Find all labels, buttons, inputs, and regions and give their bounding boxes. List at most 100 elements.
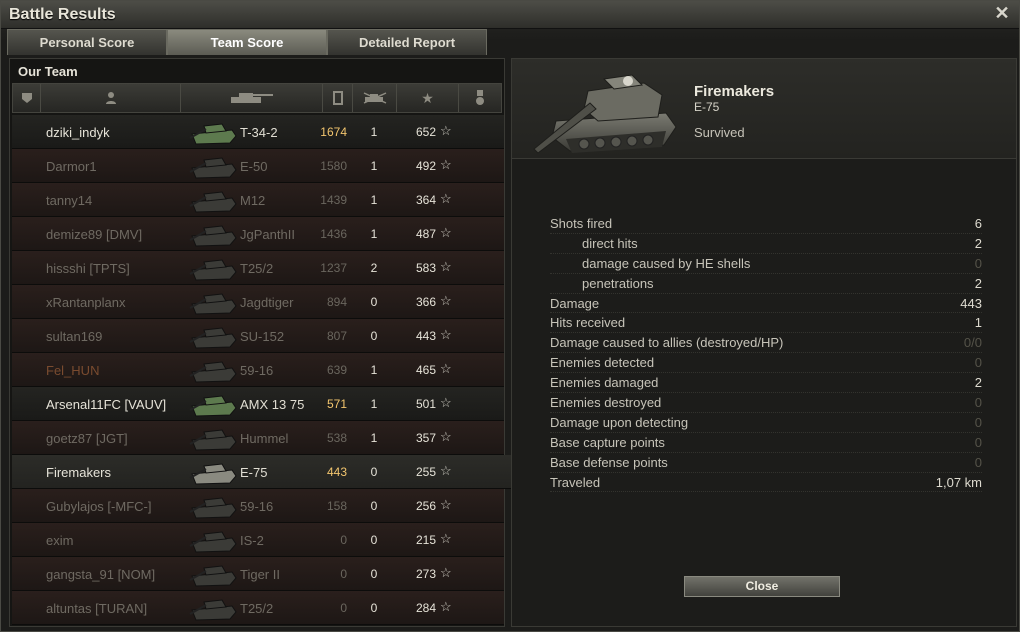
star-icon: ☆ [440, 191, 452, 206]
stat-value: 0 [974, 434, 982, 450]
team-row[interactable]: gangsta_91 [NOM] Tiger II 0 0 273 ☆ [12, 557, 504, 591]
vehicle-thumbnail [189, 531, 237, 553]
stat-value: 0 [974, 395, 982, 411]
star-icon: ☆ [440, 225, 452, 240]
star-icon: ☆ [440, 531, 452, 546]
damage-value: 0 [340, 601, 347, 615]
damage-value: 571 [326, 397, 347, 411]
player-name: Darmor1 [46, 159, 97, 174]
star-icon: ☆ [440, 599, 452, 614]
team-row[interactable]: Fel_HUN 59-16 639 1 465 ☆ [12, 353, 504, 387]
stat-row: damage caused by HE shells 0 [550, 254, 982, 274]
player-name: goetz87 [JGT] [46, 431, 128, 446]
vehicle-name: SU-152 [240, 329, 285, 344]
team-row[interactable]: demize89 [DMV] JgPanthII 1436 1 487 ☆ [12, 217, 504, 251]
xp-value: 583 [415, 261, 436, 275]
team-row[interactable]: sultan169 SU-152 807 0 443 ☆ [12, 319, 504, 353]
team-row[interactable]: Firemakers E-75 443 0 255 ☆ [12, 455, 512, 489]
team-row[interactable]: Gubylajos [-MFC-] 59-16 158 0 256 ☆ [12, 489, 504, 523]
stat-row: Enemies detected 0 [550, 353, 982, 374]
team-row[interactable]: exim IS-2 0 0 215 ☆ [12, 523, 504, 557]
vehicle-name: IS-2 [240, 533, 264, 548]
player-detail-panel: Firemakers E-75 Survived Shots fired 6 dir… [511, 58, 1017, 627]
tank-icon[interactable] [181, 84, 323, 112]
damage-value: 0 [340, 533, 347, 547]
vehicle-name: M12 [240, 193, 266, 208]
team-row[interactable]: altuntas [TURAN] T25/2 0 0 284 ☆ [12, 591, 504, 625]
stat-label: Shots fired [550, 216, 613, 231]
vehicle-thumbnail [189, 429, 237, 451]
xp-star-icon[interactable]: ★ [397, 84, 459, 112]
vehicle-thumbnail [189, 395, 237, 417]
damage-value: 1674 [320, 125, 347, 139]
detail-vehicle-name: E-75 [694, 100, 720, 114]
kills-value: 0 [370, 465, 378, 479]
vehicle-thumbnail [189, 191, 237, 213]
vehicle-name: Tiger II [240, 567, 280, 582]
player-name: sultan169 [46, 329, 103, 344]
team-score-panel: Our Team ★ dziki_indyk T-34-2 1674 1 652 ☆ Dar… [9, 58, 512, 627]
team-row[interactable]: goetz87 [JGT] Hummel 538 1 357 ☆ [12, 421, 504, 455]
detail-stats-list: Shots fired 6 direct hits 2 damage caused by… [550, 214, 982, 493]
vehicle-name: AMX 13 75 [240, 397, 305, 412]
kills-value: 0 [370, 499, 378, 513]
stat-label: direct hits [582, 235, 638, 251]
kills-value: 0 [370, 567, 378, 581]
star-icon: ☆ [440, 123, 452, 138]
player-icon[interactable] [41, 84, 181, 112]
platoon-icon[interactable] [13, 84, 41, 112]
team-row[interactable]: dziki_indyk T-34-2 1674 1 652 ☆ [12, 115, 504, 149]
team-row[interactable]: xRantanplanx Jagdtiger 894 0 366 ☆ [12, 285, 504, 319]
tab-detailed-report[interactable]: Detailed Report [327, 29, 487, 55]
titlebar: Battle Results ✕ [1, 1, 1019, 29]
tank-portrait [533, 74, 677, 154]
damage-value: 158 [326, 499, 347, 513]
vehicle-thumbnail [189, 293, 237, 315]
vehicle-thumbnail [189, 463, 237, 485]
player-name: altuntas [TURAN] [46, 601, 148, 616]
star-icon: ☆ [440, 327, 452, 342]
stat-row: Shots fired 6 [550, 214, 982, 234]
close-icon[interactable]: ✕ [993, 4, 1011, 22]
close-button[interactable]: Close [684, 576, 840, 597]
damage-value: 0 [340, 567, 347, 581]
battle-results-window: Battle Results ✕ Personal Score Team Sco… [0, 0, 1020, 632]
player-name: Arsenal11FC [VAUV] [46, 397, 167, 412]
xp-value: 284 [415, 601, 436, 615]
team-row[interactable]: hissshi [TPTS] T25/2 1237 2 583 ☆ [12, 251, 504, 285]
team-row[interactable]: tanny14 M12 1439 1 364 ☆ [12, 183, 504, 217]
vehicle-thumbnail [189, 157, 237, 179]
stat-row: Damage caused to allies (destroyed/HP) 0/… [550, 333, 982, 354]
team-row[interactable]: Darmor1 E-50 1580 1 492 ☆ [12, 149, 504, 183]
xp-value: 256 [415, 499, 436, 513]
kills-value: 0 [370, 329, 378, 343]
vehicle-thumbnail [189, 123, 237, 145]
star-icon: ☆ [440, 429, 452, 444]
tab-team-score[interactable]: Team Score [167, 29, 327, 55]
stat-value: 443 [960, 295, 982, 311]
player-name: hissshi [TPTS] [46, 261, 130, 276]
vehicle-thumbnail [189, 225, 237, 247]
stat-label: Damage upon detecting [550, 414, 689, 430]
team-table-header: ★ [12, 83, 502, 113]
detail-status: Survived [694, 125, 745, 140]
kills-value: 0 [370, 601, 378, 615]
team-row[interactable]: Arsenal11FC [VAUV] AMX 13 75 571 1 501 ☆ [12, 387, 504, 421]
damage-value: 894 [326, 295, 347, 309]
vehicle-thumbnail [189, 565, 237, 587]
xp-value: 443 [415, 329, 436, 343]
vehicle-thumbnail [189, 327, 237, 349]
star-icon: ☆ [440, 361, 452, 376]
tab-personal-score[interactable]: Personal Score [7, 29, 167, 55]
vehicle-name: T-34-2 [240, 125, 278, 140]
kills-icon[interactable] [353, 84, 397, 112]
stat-value: 6 [974, 216, 982, 231]
stat-label: Enemies destroyed [550, 395, 662, 411]
player-name: tanny14 [46, 193, 93, 208]
kills-value: 0 [370, 295, 378, 309]
medal-icon[interactable] [459, 84, 501, 112]
damage-icon[interactable] [323, 84, 353, 112]
player-name: Firemakers [46, 465, 112, 480]
star-icon: ☆ [440, 259, 452, 274]
stat-label: Damage caused to allies (destroyed/HP) [550, 335, 784, 351]
